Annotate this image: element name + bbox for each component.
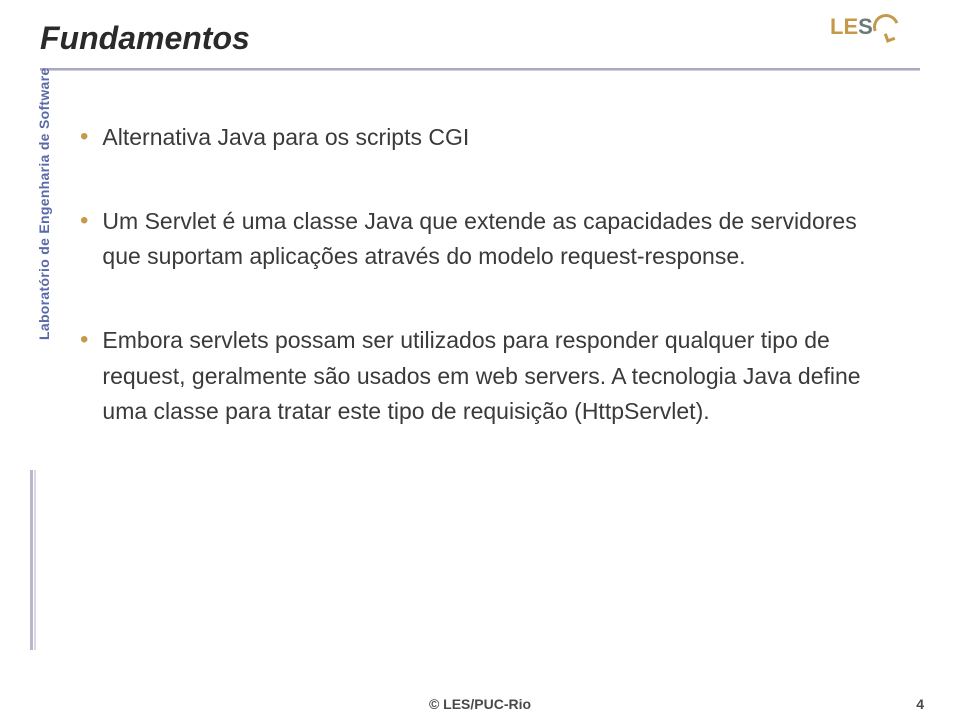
page-number: 4 (916, 696, 924, 712)
bullet-text: Alternativa Java para os scripts CGI (102, 120, 880, 156)
bullet-item: • Um Servlet é uma classe Java que exten… (80, 204, 880, 275)
sidebar-divider (30, 470, 33, 650)
bullet-icon: • (80, 204, 88, 238)
logo-text-part2: S (858, 14, 873, 40)
bullet-item: • Alternativa Java para os scripts CGI (80, 120, 880, 156)
sidebar-label: Laboratório de Engenharia de Software (36, 68, 52, 340)
logo: LES (830, 14, 920, 60)
bullet-item: • Embora servlets possam ser utilizados … (80, 323, 880, 430)
title-underline (40, 68, 920, 71)
logo-text-part1: LE (830, 14, 858, 40)
bullet-text: Um Servlet é uma classe Java que extende… (102, 204, 880, 275)
slide: Fundamentos LES Laboratório de Engenhari… (0, 0, 960, 724)
bullet-text: Embora servlets possam ser utilizados pa… (102, 323, 880, 430)
bullet-icon: • (80, 323, 88, 357)
content-area: • Alternativa Java para os scripts CGI •… (80, 120, 880, 478)
page-title: Fundamentos (40, 20, 250, 57)
bullet-icon: • (80, 120, 88, 154)
footer-copyright: © LES/PUC-Rio (0, 696, 960, 712)
logo-swirl-icon (869, 10, 904, 45)
